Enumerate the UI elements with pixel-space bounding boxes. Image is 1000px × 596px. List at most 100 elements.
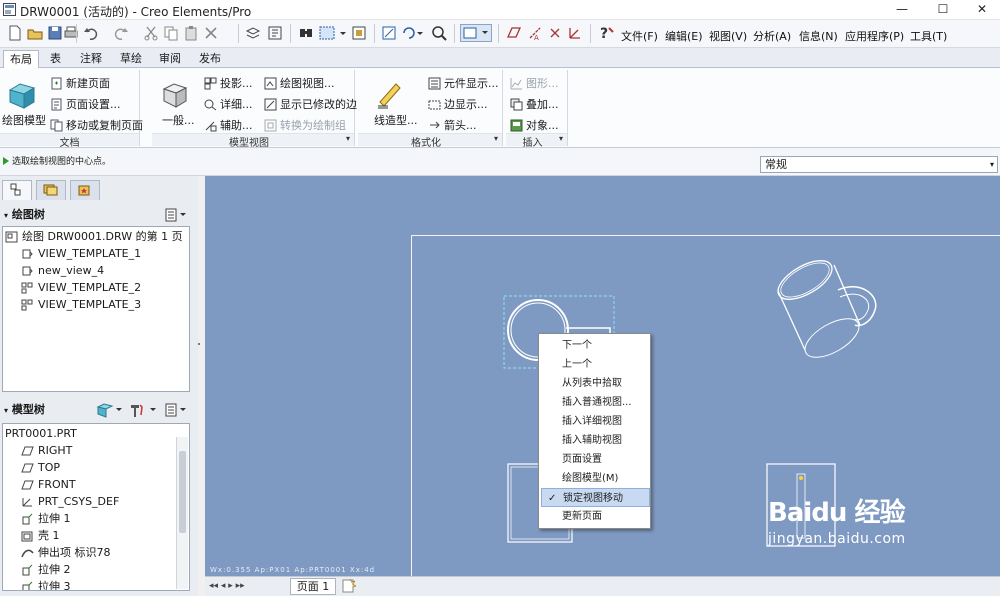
tree-settings-icon[interactable] — [164, 207, 188, 223]
drawing-view-button[interactable]: 绘图视图... — [264, 75, 335, 91]
tree-item-feature[interactable]: 拉伸 3 — [21, 578, 71, 590]
menu-tools[interactable]: 工具(T) — [910, 28, 947, 44]
tree-item-feature[interactable]: 拉伸 1 — [21, 510, 71, 527]
menu-item-pick-from-list[interactable]: 从列表中拾取 — [541, 374, 650, 393]
tree-item-view[interactable]: VIEW_TEMPLATE_1 — [21, 245, 141, 262]
tab-table[interactable]: 表 — [44, 50, 67, 68]
find-icon[interactable] — [297, 24, 315, 42]
regenerate-icon[interactable] — [266, 24, 284, 42]
menu-file[interactable]: 文件(F) — [621, 28, 658, 44]
object-button[interactable]: 对象... — [510, 117, 559, 133]
new-page-button[interactable]: 新建页面 — [50, 75, 110, 91]
edge-display-button[interactable]: 边显示... — [428, 96, 488, 112]
menu-item-insert-auxiliary-view[interactable]: 插入辅助视图 — [541, 431, 650, 450]
auxiliary-button[interactable]: 辅助... — [204, 117, 253, 133]
delete-icon[interactable] — [202, 24, 220, 42]
show-modified-edges-button[interactable]: 显示已修改的边 — [264, 96, 357, 112]
panel-splitter[interactable] — [197, 336, 201, 352]
tab-model-tree-icon[interactable] — [2, 180, 32, 200]
model-tree-scrollbar[interactable] — [176, 437, 188, 589]
datum-axis-icon[interactable]: A — [526, 24, 544, 42]
tree-item-view[interactable]: VIEW_TEMPLATE_2 — [21, 279, 141, 296]
menu-view[interactable]: 视图(V) — [709, 28, 747, 44]
menu-item-lock-view-movement[interactable]: ✓ 锁定视图移动 — [541, 488, 650, 507]
general-view-button[interactable]: 一般... — [162, 112, 195, 128]
tree-item-view[interactable]: new_view_4 — [21, 262, 104, 279]
datum-point-icon[interactable] — [546, 24, 564, 42]
tree-item-sheet[interactable]: 绘图 DRW0001.DRW 的第 1 页 — [5, 228, 183, 245]
menu-item-insert-general-view[interactable]: 插入普通视图... — [541, 393, 650, 412]
menu-item-insert-detail-view[interactable]: 插入详细视图 — [541, 412, 650, 431]
close-button[interactable]: ✕ — [964, 0, 1000, 20]
open-folder-icon[interactable] — [26, 24, 44, 42]
add-page-icon[interactable] — [341, 578, 357, 594]
isometric-view-mug[interactable] — [760, 255, 890, 370]
tree-tools-icon[interactable] — [128, 402, 158, 418]
display-style-icon[interactable] — [460, 24, 492, 42]
redo-icon[interactable] — [112, 24, 130, 42]
move-copy-page-button[interactable]: 移动或复制页面 — [50, 117, 143, 133]
detail-button[interactable]: 详细... — [204, 96, 253, 112]
menu-info[interactable]: 信息(N) — [799, 28, 838, 44]
zoom-fit-icon[interactable] — [430, 24, 448, 42]
tree-item-csys[interactable]: PRT_CSYS_DEF — [21, 493, 119, 510]
menu-edit[interactable]: 编辑(E) — [665, 28, 703, 44]
tree-item-datum[interactable]: TOP — [21, 459, 60, 476]
element-display-button[interactable]: 元件显示... — [428, 75, 499, 91]
menu-item-drawing-model[interactable]: 绘图模型(M) — [541, 469, 650, 488]
tree-item-datum[interactable]: RIGHT — [21, 442, 72, 459]
convert-to-draw-group-button[interactable]: 转换为绘制组 — [264, 117, 346, 133]
tree-item-part[interactable]: PRT0001.PRT — [5, 425, 77, 442]
tree-item-datum[interactable]: FRONT — [21, 476, 76, 493]
csys-icon[interactable] — [566, 24, 584, 42]
drawing-model-icon[interactable] — [6, 80, 40, 110]
tab-annotate[interactable]: 注释 — [74, 50, 108, 68]
copy-icon[interactable] — [162, 24, 180, 42]
redraw-icon[interactable] — [380, 24, 398, 42]
tree-item-feature[interactable]: 伸出项 标识78 — [21, 544, 111, 561]
arrow-button[interactable]: 箭头... — [428, 117, 477, 133]
new-file-icon[interactable] — [6, 24, 24, 42]
selection-box-icon[interactable] — [318, 24, 348, 42]
page-setup-button[interactable]: 页面设置... — [50, 96, 121, 112]
tab-publish[interactable]: 发布 — [193, 50, 227, 68]
minimize-button[interactable]: — — [884, 0, 920, 20]
menu-item-page-setup[interactable]: 页面设置 — [541, 450, 650, 469]
menu-item-update-page[interactable]: 更新页面 — [541, 507, 650, 526]
print-icon[interactable] — [62, 24, 80, 42]
graphics-button[interactable]: 图形... — [510, 75, 559, 91]
model-tree-header[interactable]: ▾ 模型树 — [0, 400, 198, 420]
line-style-icon[interactable] — [374, 78, 408, 110]
selection-filter-dropdown[interactable]: 常规 ▾ — [760, 156, 998, 173]
paste-icon[interactable] — [182, 24, 200, 42]
menu-analysis[interactable]: 分析(A) — [753, 28, 791, 44]
menu-applications[interactable]: 应用程序(P) — [845, 28, 904, 44]
tab-favorites-icon[interactable] — [70, 180, 100, 200]
tree-item-feature[interactable]: 壳 1 — [21, 527, 60, 544]
page-nav-arrows[interactable]: ◂◂ ◂ ▸ ▸▸ — [209, 581, 245, 591]
menu-item-next[interactable]: 下一个 — [541, 336, 650, 355]
tab-folder-browser-icon[interactable] — [36, 180, 66, 200]
line-style-button[interactable]: 线造型... — [374, 112, 418, 128]
maximize-button[interactable]: ☐ — [925, 0, 961, 20]
general-view-icon[interactable] — [158, 80, 192, 110]
drawing-tree-header[interactable]: ▾ 绘图树 — [0, 205, 198, 225]
drawing-model-button[interactable]: 绘图模型 — [2, 112, 46, 128]
select-all-icon[interactable] — [350, 24, 368, 42]
layers-icon[interactable] — [244, 24, 262, 42]
orient-icon[interactable] — [400, 24, 426, 42]
tree-item-feature[interactable]: 拉伸 2 — [21, 561, 71, 578]
menu-item-previous[interactable]: 上一个 — [541, 355, 650, 374]
tree-settings-icon[interactable] — [164, 402, 188, 418]
scrollbar-thumb[interactable] — [179, 451, 186, 533]
page-tab-1[interactable]: 页面 1 — [290, 578, 336, 595]
help-icon[interactable]: ? — [598, 24, 616, 42]
tab-review[interactable]: 审阅 — [153, 50, 187, 68]
tab-sketch[interactable]: 草绘 — [114, 50, 148, 68]
tree-item-view[interactable]: VIEW_TEMPLATE_3 — [21, 296, 141, 313]
undo-icon[interactable] — [82, 24, 100, 42]
overlay-button[interactable]: 叠加... — [510, 96, 559, 112]
projection-button[interactable]: 投影... — [204, 75, 253, 91]
show-icon[interactable] — [96, 402, 124, 418]
cut-icon[interactable] — [142, 24, 160, 42]
